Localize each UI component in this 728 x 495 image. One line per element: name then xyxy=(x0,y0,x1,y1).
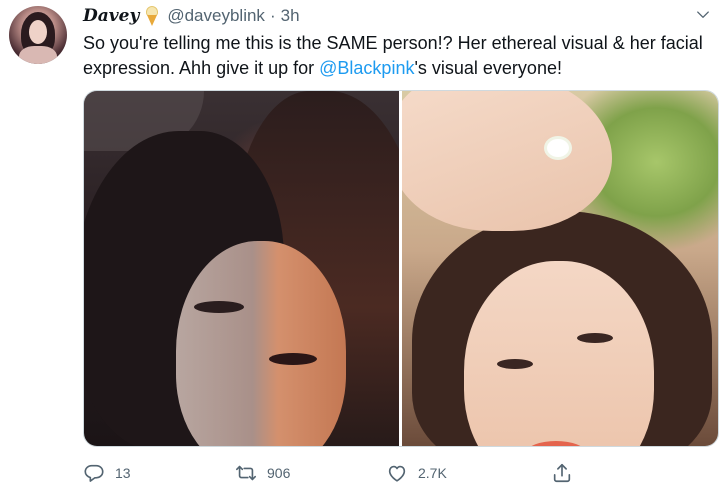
chevron-down-icon[interactable] xyxy=(696,8,710,22)
tweet-header: Davey @daveyblink · 3h xyxy=(83,4,300,28)
photo-left[interactable] xyxy=(84,91,399,446)
media-grid xyxy=(83,90,719,447)
share-icon xyxy=(553,463,571,483)
share-button[interactable] xyxy=(551,458,573,488)
display-name[interactable]: Davey xyxy=(83,6,139,26)
tweet-text: So you're telling me this is the SAME pe… xyxy=(83,31,713,81)
tweet[interactable]: Davey @daveyblink · 3h So you're telling… xyxy=(0,0,728,495)
retweet-button[interactable]: 906 xyxy=(235,458,290,488)
timestamp[interactable]: 3h xyxy=(281,6,300,26)
reply-icon xyxy=(84,464,104,482)
ice-cream-icon xyxy=(145,6,159,26)
photo-right[interactable] xyxy=(402,91,718,446)
reply-button[interactable]: 13 xyxy=(83,458,131,488)
dot-separator: · xyxy=(269,6,276,25)
retweet-icon xyxy=(236,465,256,481)
avatar[interactable] xyxy=(9,6,67,64)
reply-count: 13 xyxy=(115,465,131,481)
retweet-count: 906 xyxy=(267,465,291,481)
like-count: 2.7K xyxy=(418,465,447,481)
mention-link[interactable]: @Blackpink xyxy=(319,58,414,78)
username[interactable]: @daveyblink xyxy=(167,6,265,26)
action-bar: 13 906 2.7K xyxy=(83,458,603,488)
like-button[interactable]: 2.7K xyxy=(386,458,447,488)
like-icon xyxy=(388,465,406,482)
tweet-text-tail: 's visual everyone! xyxy=(414,58,562,78)
